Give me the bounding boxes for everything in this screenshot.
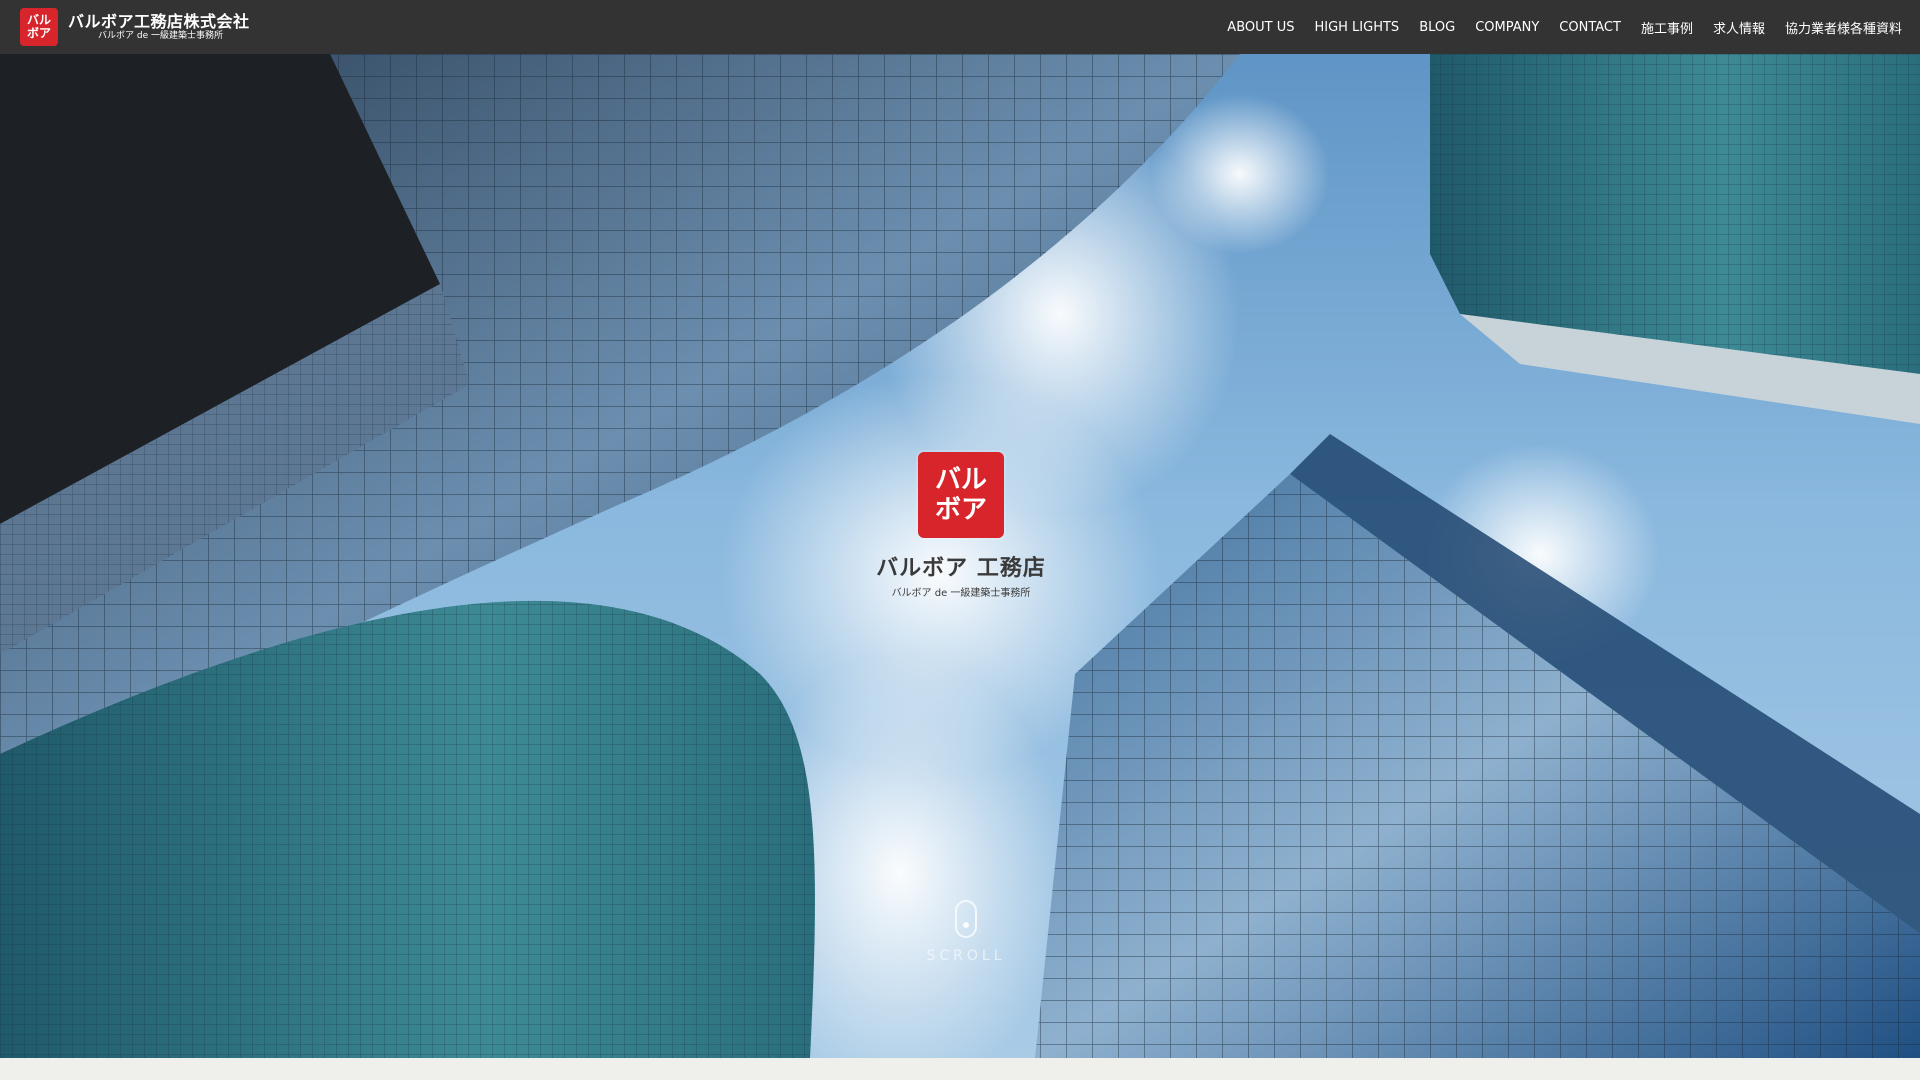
- nav-item-partner-docs[interactable]: 協力業者様各種資料: [1785, 18, 1902, 37]
- mouse-icon: [955, 900, 977, 938]
- brand-name: バルボア工務店株式会社: [68, 12, 250, 31]
- logo-mark-line2: ボア: [26, 26, 51, 40]
- scroll-label: SCROLL: [926, 948, 1006, 964]
- hero-logo-subtitle: バルボア de 一級建築士事務所: [891, 588, 1031, 599]
- brand-logo[interactable]: バル ボア バルボア工務店株式会社 バルボア de 一級建築士事務所: [20, 0, 250, 54]
- hero-section: バル ボア バルボア 工務店 バルボア de 一級建築士事務所 SCROLL: [0, 54, 1920, 1058]
- nav-item-blog[interactable]: BLOG: [1419, 20, 1455, 35]
- hero-logo-name: バルボア 工務店: [876, 556, 1046, 581]
- brand-subtitle: バルボア de 一級建築士事務所: [98, 31, 223, 41]
- hero-logo-mark: バル ボア: [918, 452, 1004, 538]
- nav-item-recruit[interactable]: 求人情報: [1713, 18, 1765, 37]
- nav-item-contact[interactable]: CONTACT: [1559, 20, 1621, 35]
- hero-logo-mark-line2: ボア: [934, 495, 987, 525]
- scroll-indicator[interactable]: SCROLL: [920, 900, 1012, 964]
- next-section-edge: [0, 1058, 1920, 1080]
- nav-item-company[interactable]: COMPANY: [1475, 20, 1539, 35]
- hero-logo: バル ボア バルボア 工務店 バルボア de 一級建築士事務所: [858, 452, 1064, 599]
- hero-logo-mark-line1: バル: [934, 465, 987, 495]
- nav-item-works[interactable]: 施工事例: [1641, 18, 1693, 37]
- logo-mark: バル ボア: [20, 8, 58, 46]
- nav-item-high-lights[interactable]: HIGH LIGHTS: [1314, 20, 1399, 35]
- main-nav: ABOUT US HIGH LIGHTS BLOG COMPANY CONTAC…: [1207, 0, 1902, 54]
- nav-item-about-us[interactable]: ABOUT US: [1227, 20, 1294, 35]
- site-header: バル ボア バルボア工務店株式会社 バルボア de 一級建築士事務所 ABOUT…: [0, 0, 1920, 54]
- brand-text: バルボア工務店株式会社 バルボア de 一級建築士事務所: [68, 12, 250, 42]
